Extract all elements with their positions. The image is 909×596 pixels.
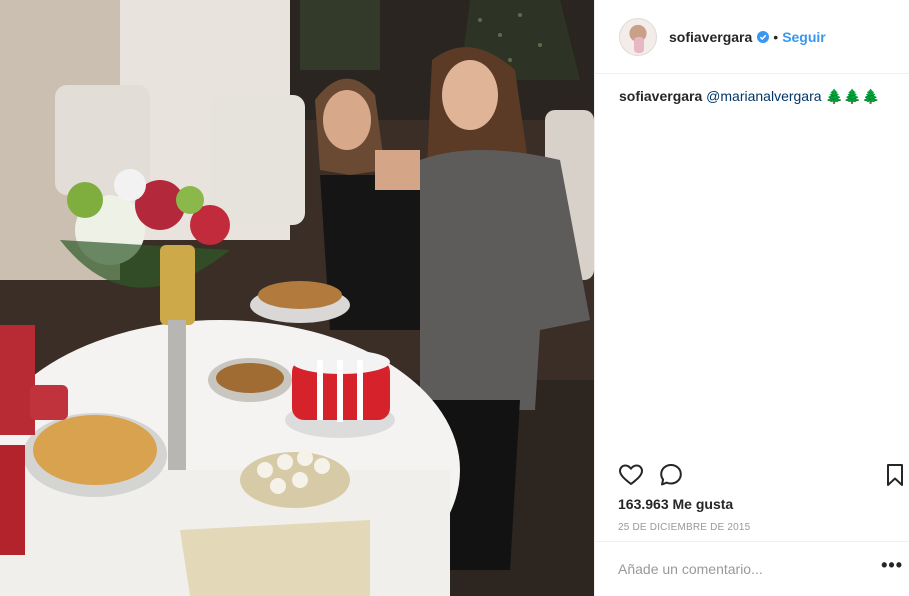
post-header: sofiavergara • Seguir xyxy=(595,0,909,74)
post-actions xyxy=(618,462,908,490)
comment-icon[interactable] xyxy=(658,462,684,488)
post-photo[interactable] xyxy=(0,0,594,596)
header-separator: • xyxy=(773,28,779,45)
caption-mention[interactable]: @marianalvergara xyxy=(706,88,821,104)
post-date: 25 DE DICIEMBRE DE 2015 xyxy=(618,522,751,533)
header-username[interactable]: sofiavergara xyxy=(669,29,752,45)
likes-count[interactable]: 163.963 Me gusta xyxy=(618,496,733,512)
caption-username[interactable]: sofiavergara xyxy=(619,88,702,104)
bookmark-icon[interactable] xyxy=(884,462,906,488)
verified-badge-icon xyxy=(757,30,770,43)
heart-icon[interactable] xyxy=(618,462,644,488)
comment-box: ••• xyxy=(594,541,909,596)
avatar[interactable] xyxy=(619,17,657,56)
more-options-button[interactable]: ••• xyxy=(881,556,903,574)
comment-input[interactable] xyxy=(618,561,848,577)
follow-button[interactable]: Seguir xyxy=(782,29,826,45)
post-caption: sofiavergara @marianalvergara 🌲🌲🌲 xyxy=(619,86,889,106)
caption-emoji: 🌲🌲🌲 xyxy=(825,88,881,104)
photo-illustration xyxy=(0,0,594,596)
